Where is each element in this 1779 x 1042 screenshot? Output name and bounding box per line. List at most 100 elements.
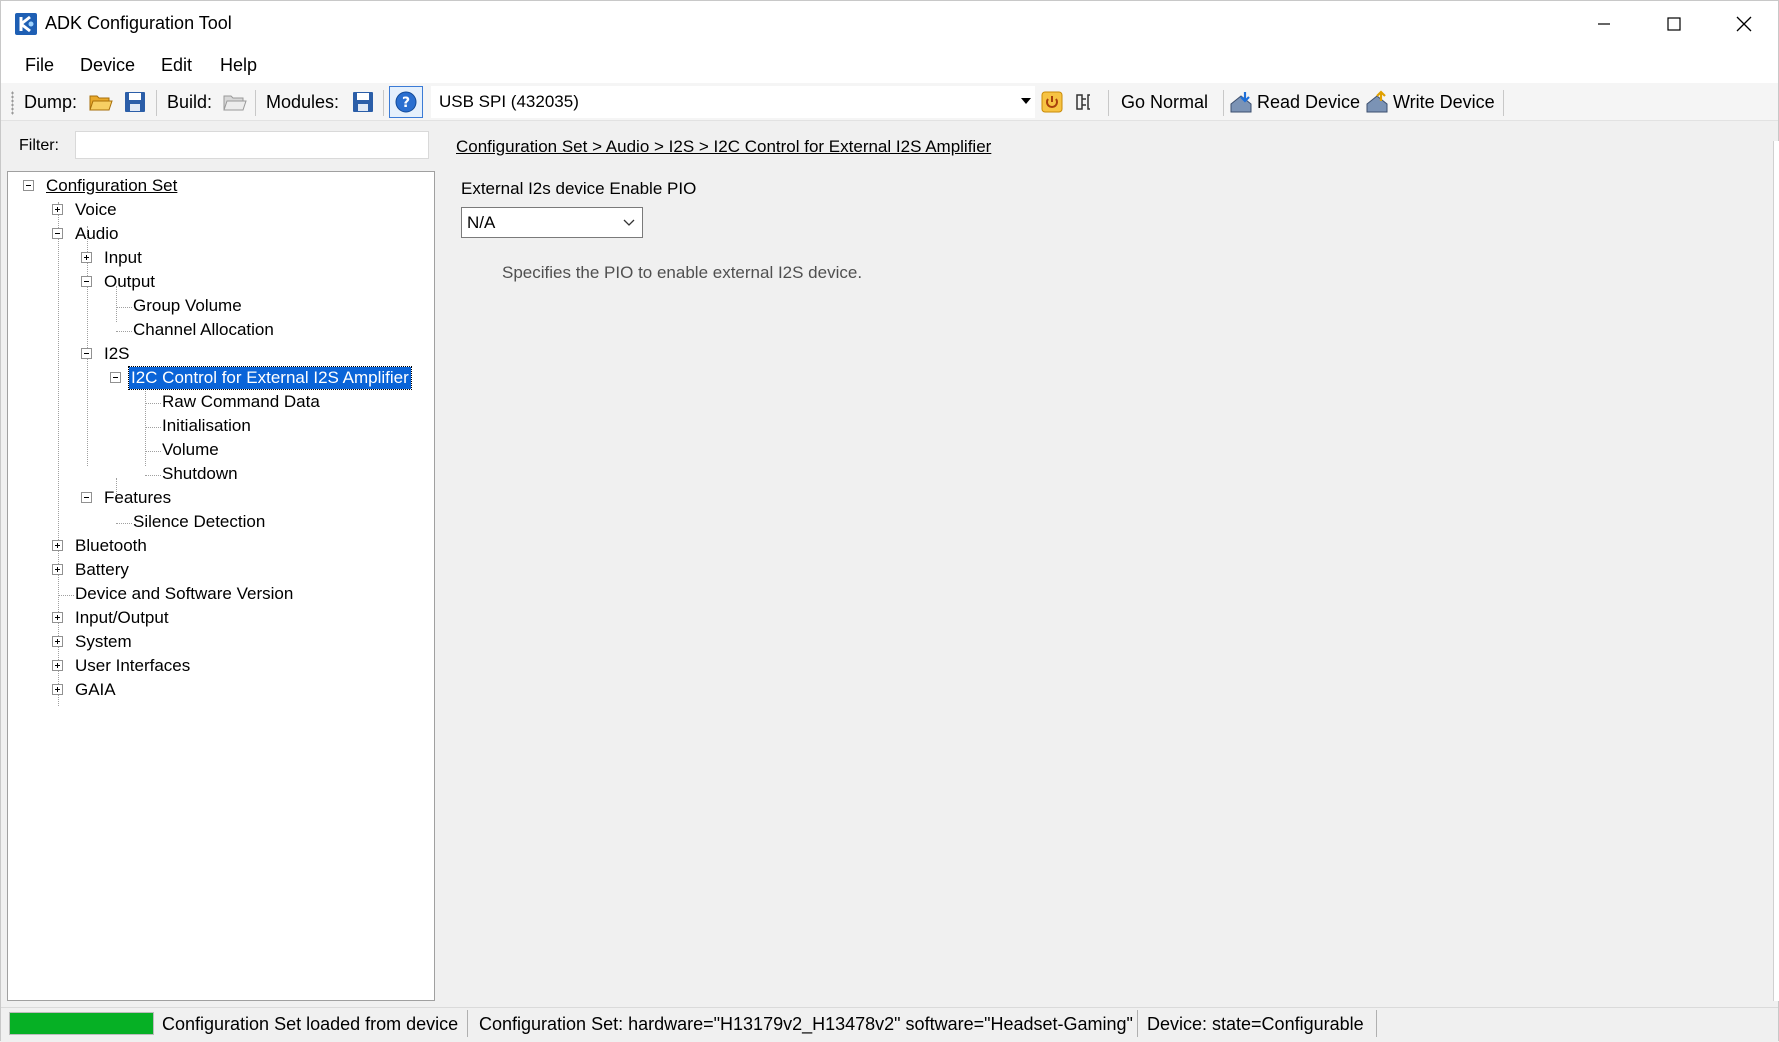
write-device-icon [1366, 90, 1388, 113]
connection-dropdown[interactable]: USB SPI (432035) [431, 86, 1035, 118]
build-open-button[interactable] [223, 83, 247, 121]
go-normal-button[interactable]: Go Normal [1121, 83, 1208, 121]
collapse-icon[interactable] [81, 348, 92, 359]
expand-icon[interactable] [52, 564, 63, 575]
toolbar-separator [1503, 90, 1504, 116]
progress-fill [10, 1013, 153, 1034]
expand-icon[interactable] [52, 204, 63, 215]
status-message: Configuration Set loaded from device [162, 1014, 459, 1034]
help-button[interactable]: ? [389, 86, 423, 118]
tree-item-volume[interactable]: Volume [160, 439, 221, 461]
connect-button[interactable] [1074, 83, 1096, 121]
read-device-icon [1230, 92, 1252, 113]
save-icon [125, 92, 145, 112]
enable-pio-value: N/A [467, 213, 496, 232]
minimize-button[interactable] [1569, 1, 1639, 47]
tree-line [145, 403, 161, 404]
dump-save-button[interactable] [124, 83, 146, 121]
tree-item-input[interactable]: Input [102, 247, 144, 269]
expand-icon[interactable] [52, 540, 63, 551]
tree-item-system[interactable]: System [73, 631, 134, 653]
app-logo-icon [15, 13, 37, 35]
status-separator [1376, 1010, 1377, 1037]
tree-item-output[interactable]: Output [102, 271, 157, 293]
reset-device-button[interactable] [1041, 83, 1063, 121]
tree-line [145, 451, 161, 452]
field-label: External I2s device Enable PIO [461, 179, 697, 198]
tree-item-bluetooth[interactable]: Bluetooth [73, 535, 149, 557]
title-bar: ADK Configuration Tool [1, 1, 1778, 47]
build-label: Build: [167, 91, 213, 112]
dropdown-arrow-icon [1021, 98, 1031, 104]
plug-icon [1076, 94, 1090, 110]
config-tree[interactable]: Configuration Set Voice Audio Input Outp… [7, 171, 435, 1001]
collapse-icon[interactable] [23, 180, 34, 191]
tree-item-i2c-control[interactable]: I2C Control for External I2S Amplifier [128, 366, 412, 390]
tree-item-raw-command-data[interactable]: Raw Command Data [160, 391, 322, 413]
toolbar-separator [1108, 90, 1109, 116]
tree-line [116, 523, 132, 524]
tree-item-battery[interactable]: Battery [73, 559, 131, 581]
tree-item-group-volume[interactable]: Group Volume [131, 295, 244, 317]
expand-icon[interactable] [52, 612, 63, 623]
tree-item-gaia[interactable]: GAIA [73, 679, 118, 701]
collapse-icon[interactable] [81, 276, 92, 287]
load-progress-bar [9, 1012, 154, 1035]
tree-item-audio[interactable]: Audio [73, 223, 120, 245]
tree-line [145, 382, 146, 466]
app-window: ADK Configuration Tool File Device Edit … [0, 0, 1779, 1042]
read-device-button[interactable]: Read Device [1229, 83, 1360, 121]
maximize-icon [1667, 17, 1681, 31]
tree-line [116, 331, 132, 332]
connection-value: USB SPI (432035) [439, 92, 579, 111]
collapse-icon[interactable] [81, 492, 92, 503]
write-device-label: Write Device [1393, 91, 1495, 112]
tree-item-user-interfaces[interactable]: User Interfaces [73, 655, 192, 677]
write-device-button[interactable]: Write Device [1365, 83, 1495, 121]
expand-icon[interactable] [52, 636, 63, 647]
power-icon [1041, 91, 1063, 113]
svg-text:?: ? [402, 95, 410, 111]
close-button[interactable] [1709, 1, 1779, 47]
tree-line [145, 427, 161, 428]
tree-line [145, 475, 161, 476]
expand-icon[interactable] [52, 684, 63, 695]
collapse-icon[interactable] [110, 372, 121, 383]
dump-label: Dump: [24, 91, 78, 112]
toolbar-grip[interactable] [11, 91, 14, 115]
menu-device[interactable]: Device [80, 55, 135, 76]
status-separator [467, 1010, 468, 1037]
collapse-icon[interactable] [52, 228, 63, 239]
toolbar-separator [255, 90, 256, 116]
tree-item-silence-detection[interactable]: Silence Detection [131, 511, 267, 533]
menu-bar: File Device Edit Help [1, 47, 1778, 83]
filter-input[interactable] [75, 131, 429, 159]
minimize-icon [1598, 23, 1610, 25]
tree-item-input-output[interactable]: Input/Output [73, 607, 171, 629]
status-separator [1137, 1010, 1138, 1037]
tree-item-features[interactable]: Features [102, 487, 173, 509]
tree-item-device-software-version[interactable]: Device and Software Version [73, 583, 295, 605]
folder-open-icon [223, 95, 247, 111]
tree-item-initialisation[interactable]: Initialisation [160, 415, 253, 437]
menu-edit[interactable]: Edit [161, 55, 192, 76]
menu-help[interactable]: Help [220, 55, 257, 76]
menu-file[interactable]: File [25, 55, 54, 76]
tree-item-channel-allocation[interactable]: Channel Allocation [131, 319, 276, 341]
expand-icon[interactable] [52, 660, 63, 671]
modules-save-button[interactable] [352, 83, 374, 121]
tree-item-configuration-set[interactable]: Configuration Set [44, 175, 179, 197]
help-icon: ? [395, 91, 417, 113]
modules-label: Modules: [266, 91, 340, 112]
breadcrumb[interactable]: Configuration Set > Audio > I2S > I2C Co… [456, 137, 991, 157]
expand-icon[interactable] [81, 252, 92, 263]
tree-item-i2s[interactable]: I2S [102, 343, 132, 365]
tree-line [116, 307, 132, 308]
tree-line [58, 202, 59, 706]
chevron-down-icon [623, 219, 635, 226]
maximize-button[interactable] [1639, 1, 1709, 47]
tree-item-shutdown[interactable]: Shutdown [160, 463, 240, 485]
dump-open-button[interactable] [89, 83, 113, 121]
tree-item-voice[interactable]: Voice [73, 199, 119, 221]
enable-pio-select[interactable]: N/A [461, 207, 643, 238]
